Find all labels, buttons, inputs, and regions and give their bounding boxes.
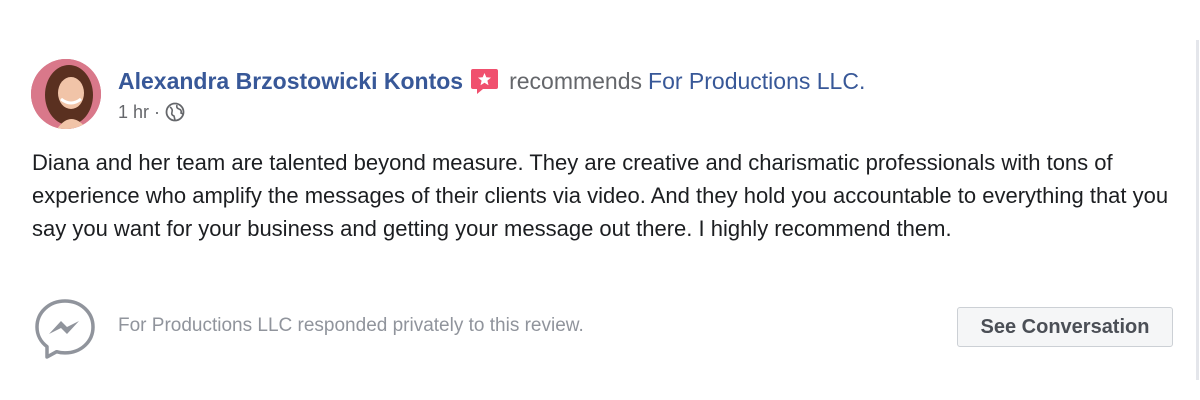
timestamp-link[interactable]: 1 hr — [118, 102, 149, 123]
review-card: Alexandra Brzostowicki Kontos recommends… — [0, 40, 1199, 380]
review-header: Alexandra Brzostowicki Kontos recommends… — [118, 64, 865, 98]
author-name-link[interactable]: Alexandra Brzostowicki Kontos — [118, 68, 463, 95]
review-meta: 1 hr · — [118, 98, 185, 126]
see-conversation-button[interactable]: See Conversation — [957, 307, 1173, 347]
avatar-image — [31, 59, 101, 129]
meta-separator: · — [154, 101, 161, 122]
review-body: Diana and her team are talented beyond m… — [32, 150, 1169, 241]
recommends-text: recommends — [509, 67, 643, 94]
author-avatar[interactable] — [31, 59, 101, 129]
globe-icon[interactable] — [165, 102, 185, 122]
recommendation-star-icon — [470, 67, 499, 96]
messenger-icon — [33, 297, 97, 361]
page-name-link[interactable]: For Productions LLC. — [648, 68, 865, 95]
private-response-note: For Productions LLC responded privately … — [118, 315, 584, 336]
